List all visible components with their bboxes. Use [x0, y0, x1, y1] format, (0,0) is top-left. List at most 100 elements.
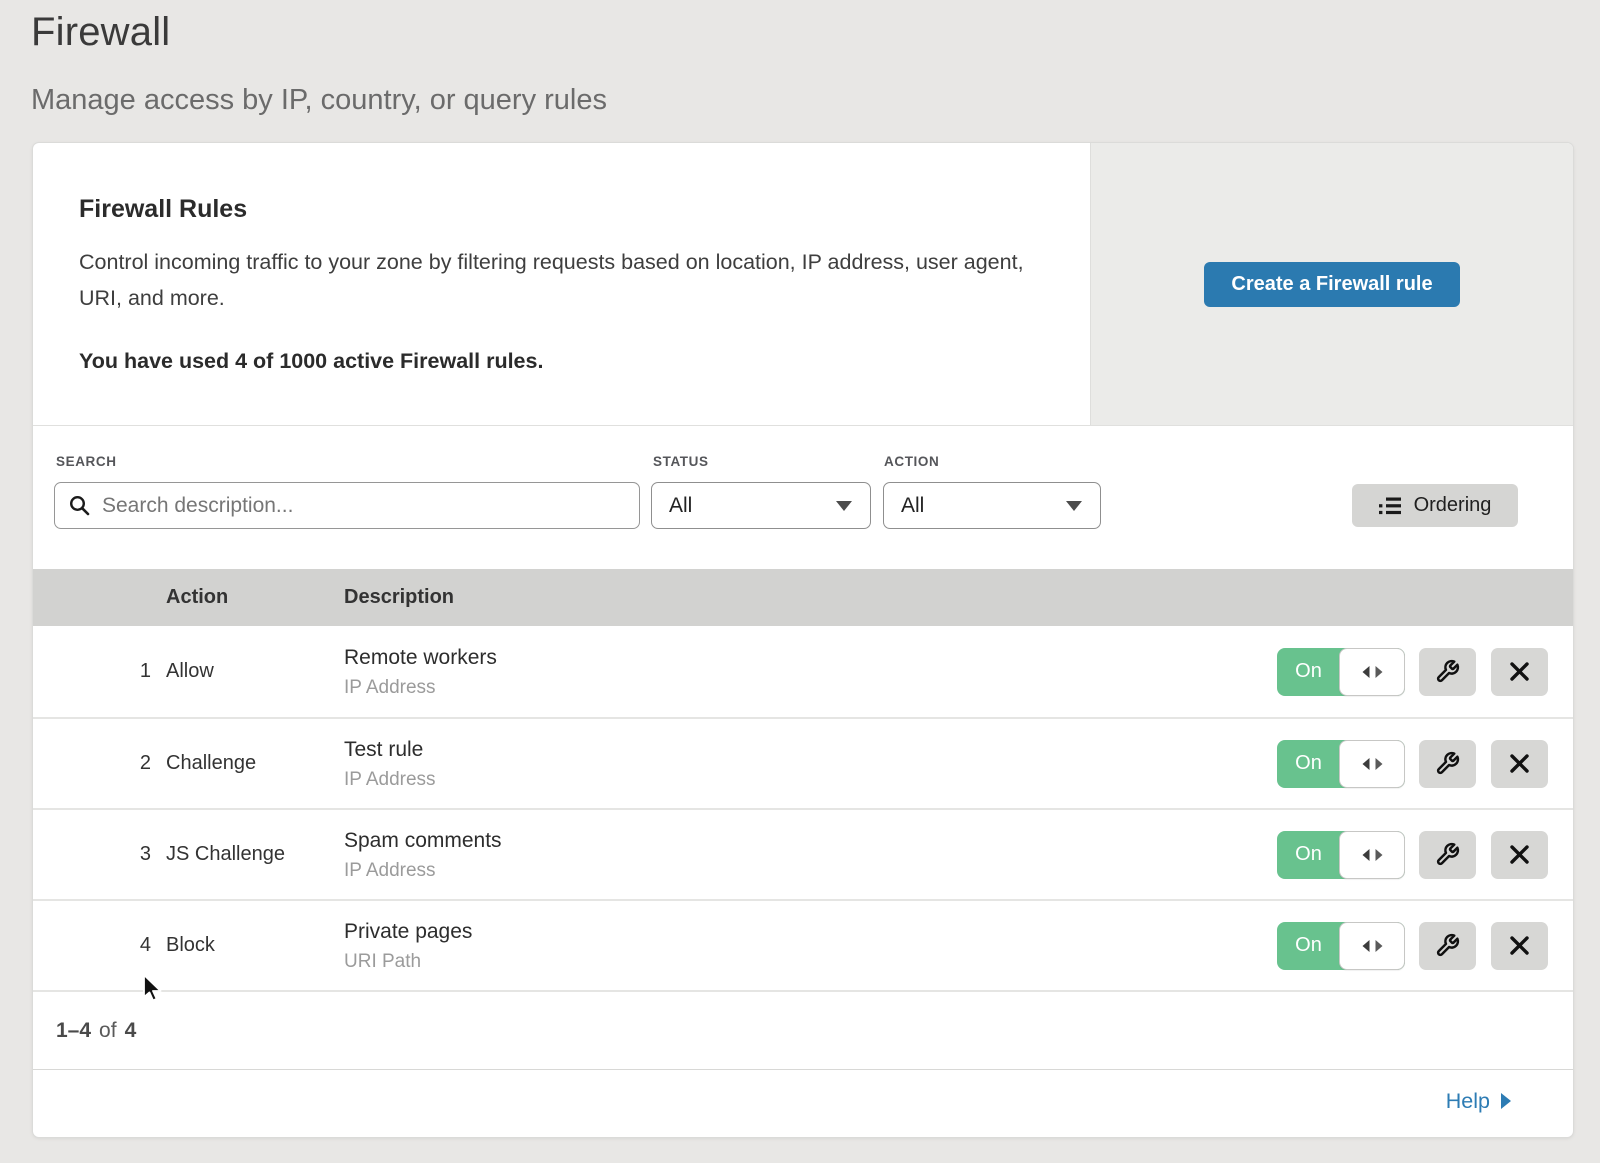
search-icon: [69, 495, 90, 516]
page-header: Firewall Manage access by IP, country, o…: [31, 8, 607, 117]
edit-rule-button[interactable]: [1419, 740, 1476, 788]
column-header-description: Description: [344, 586, 454, 609]
toggle-handle[interactable]: [1339, 648, 1405, 696]
rule-field: IP Address: [344, 677, 1277, 699]
rule-toggle[interactable]: On: [1277, 648, 1405, 696]
help-row: Help: [33, 1070, 1573, 1132]
rule-controls: On: [1277, 831, 1573, 879]
rule-action: JS Challenge: [166, 843, 344, 866]
rule-description-cell: Spam comments IP Address: [344, 828, 1277, 882]
search-input[interactable]: [100, 493, 625, 519]
x-icon: [1509, 844, 1530, 865]
status-select[interactable]: All: [651, 482, 871, 529]
page-title: Firewall: [31, 8, 607, 56]
column-header-action: Action: [166, 586, 344, 609]
toggle-on-label: On: [1277, 831, 1340, 879]
table-row: 3 JS Challenge Spam comments IP Address …: [33, 808, 1573, 899]
delete-rule-button[interactable]: [1491, 831, 1548, 879]
filter-bar: SEARCH STATUS All ACTION All: [33, 426, 1573, 569]
rule-description: Test rule: [344, 737, 1277, 762]
rule-priority: 1: [33, 660, 166, 683]
rule-description: Spam comments: [344, 828, 1277, 853]
ordering-button-label: Ordering: [1414, 494, 1492, 517]
x-icon: [1509, 661, 1530, 682]
usage-note: You have used 4 of 1000 active Firewall …: [79, 349, 1030, 374]
mouse-cursor: [142, 974, 168, 1004]
arrow-right-icon: [1501, 1093, 1511, 1109]
search-box[interactable]: [54, 482, 640, 529]
toggle-on-label: On: [1277, 922, 1340, 970]
wrench-icon: [1435, 842, 1460, 867]
edit-rule-button[interactable]: [1419, 648, 1476, 696]
wrench-icon: [1435, 933, 1460, 958]
x-icon: [1509, 753, 1530, 774]
left-right-arrows-icon: [1360, 939, 1385, 953]
chevron-down-icon: [1066, 501, 1082, 511]
rule-field: IP Address: [344, 860, 1277, 882]
rule-field: IP Address: [344, 769, 1277, 791]
overview-text-panel: Firewall Rules Control incoming traffic …: [33, 143, 1090, 425]
rule-description-cell: Remote workers IP Address: [344, 645, 1277, 699]
pagination-range: 1–4: [56, 1019, 91, 1043]
rule-toggle[interactable]: On: [1277, 740, 1405, 788]
rules-list: 1 Allow Remote workers IP Address On: [33, 626, 1573, 990]
firewall-rules-card: Firewall Rules Control incoming traffic …: [33, 143, 1573, 1137]
overview-section: Firewall Rules Control incoming traffic …: [33, 143, 1573, 426]
rule-action: Allow: [166, 660, 344, 683]
status-selected-value: All: [669, 494, 692, 518]
delete-rule-button[interactable]: [1491, 648, 1548, 696]
list-icon: [1379, 497, 1401, 515]
x-icon: [1509, 935, 1530, 956]
help-link[interactable]: Help: [1446, 1089, 1511, 1114]
left-right-arrows-icon: [1360, 665, 1385, 679]
rule-priority: 2: [33, 752, 166, 775]
rule-field: URI Path: [344, 951, 1277, 973]
table-row: 1 Allow Remote workers IP Address On: [33, 626, 1573, 717]
action-select[interactable]: All: [883, 482, 1101, 529]
rule-controls: On: [1277, 740, 1573, 788]
rule-description-cell: Test rule IP Address: [344, 737, 1277, 791]
toggle-handle[interactable]: [1339, 740, 1405, 788]
status-label: STATUS: [653, 454, 709, 469]
rule-priority: 3: [33, 843, 166, 866]
delete-rule-button[interactable]: [1491, 740, 1548, 788]
wrench-icon: [1435, 659, 1460, 684]
wrench-icon: [1435, 751, 1460, 776]
left-right-arrows-icon: [1360, 757, 1385, 771]
action-label: ACTION: [884, 454, 939, 469]
help-link-label: Help: [1446, 1089, 1490, 1114]
page-subtitle: Manage access by IP, country, or query r…: [31, 83, 607, 117]
table-header: Action Description: [33, 569, 1573, 626]
rule-action: Challenge: [166, 752, 344, 775]
edit-rule-button[interactable]: [1419, 831, 1476, 879]
toggle-handle[interactable]: [1339, 922, 1405, 970]
action-selected-value: All: [901, 494, 924, 518]
ordering-button[interactable]: Ordering: [1352, 484, 1518, 527]
rule-description: Remote workers: [344, 645, 1277, 670]
firewall-page: { "page": { "title": "Firewall", "subtit…: [0, 0, 1600, 1163]
rule-action: Block: [166, 934, 344, 957]
table-row: 2 Challenge Test rule IP Address On: [33, 717, 1573, 808]
rule-toggle[interactable]: On: [1277, 922, 1405, 970]
table-row: 4 Block Private pages URI Path On: [33, 899, 1573, 990]
overview-description: Control incoming traffic to your zone by…: [79, 244, 1024, 316]
pagination-of: of: [99, 1019, 117, 1043]
rule-priority: 4: [33, 934, 166, 957]
overview-heading: Firewall Rules: [79, 195, 1030, 224]
rule-toggle[interactable]: On: [1277, 831, 1405, 879]
edit-rule-button[interactable]: [1419, 922, 1476, 970]
overview-action-panel: Create a Firewall rule: [1090, 143, 1573, 425]
pagination-bar: 1–4 of 4: [33, 990, 1573, 1070]
rule-controls: On: [1277, 922, 1573, 970]
pagination-total: 4: [125, 1019, 137, 1043]
delete-rule-button[interactable]: [1491, 922, 1548, 970]
search-label: SEARCH: [56, 454, 117, 469]
rule-description-cell: Private pages URI Path: [344, 919, 1277, 973]
toggle-handle[interactable]: [1339, 831, 1405, 879]
create-firewall-rule-button[interactable]: Create a Firewall rule: [1204, 262, 1459, 307]
rule-description: Private pages: [344, 919, 1277, 944]
toggle-on-label: On: [1277, 740, 1340, 788]
toggle-on-label: On: [1277, 648, 1340, 696]
rule-controls: On: [1277, 648, 1573, 696]
left-right-arrows-icon: [1360, 848, 1385, 862]
